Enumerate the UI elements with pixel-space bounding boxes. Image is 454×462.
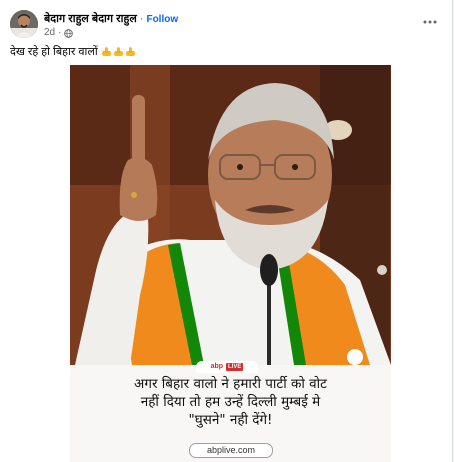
more-horizontal-icon [423, 20, 437, 24]
author-name[interactable]: बेदाग राहुल बेदाग राहुल [44, 13, 137, 25]
post-card: बेदाग राहुल बेदाग राहुल · Follow 2d · देख … [0, 0, 453, 462]
post-text-content: देख रहे हो बिहार वालों [10, 46, 98, 58]
more-options-button[interactable] [418, 14, 442, 30]
post-image[interactable]: abp LIVE अगर बिहार वालो ने हमारी पार्टी … [70, 65, 391, 462]
caption-line-3: "घुसने" नही देंगे! [188, 412, 273, 428]
logo-brand: abp [210, 363, 224, 370]
caption-line-1: अगर बिहार वालो ने हमारी पार्टी को वोट [134, 376, 327, 392]
speaker-photo [70, 65, 391, 365]
meta-separator: · [58, 27, 62, 38]
middle-finger-emoji-icon [125, 47, 135, 56]
emoji-group [101, 47, 137, 57]
author-avatar[interactable] [10, 10, 38, 38]
post-text: देख रहे हो बिहार वालों [10, 45, 137, 59]
author-line: बेदाग राहुल बेदाग राहुल · Follow [44, 11, 178, 27]
source-url: abplive.com [189, 443, 273, 458]
middle-finger-emoji-icon [113, 47, 123, 56]
abp-live-logo: abp LIVE [196, 361, 258, 373]
avatar-image [10, 10, 38, 38]
caption-line-2: नहीं दिया तो हम उन्हें दिल्ली मुम्बई मे [140, 394, 321, 410]
middle-finger-emoji-icon [101, 47, 111, 56]
post-timestamp[interactable]: 2d [44, 27, 55, 39]
image-caption: अगर बिहार वालो ने हमारी पार्टी को वोट नह… [76, 375, 385, 429]
logo-live-badge: LIVE [226, 363, 244, 371]
post-meta: 2d · [44, 27, 74, 39]
globe-icon [64, 28, 74, 38]
follow-button[interactable]: Follow [146, 14, 178, 25]
dot-separator: · [139, 13, 144, 25]
